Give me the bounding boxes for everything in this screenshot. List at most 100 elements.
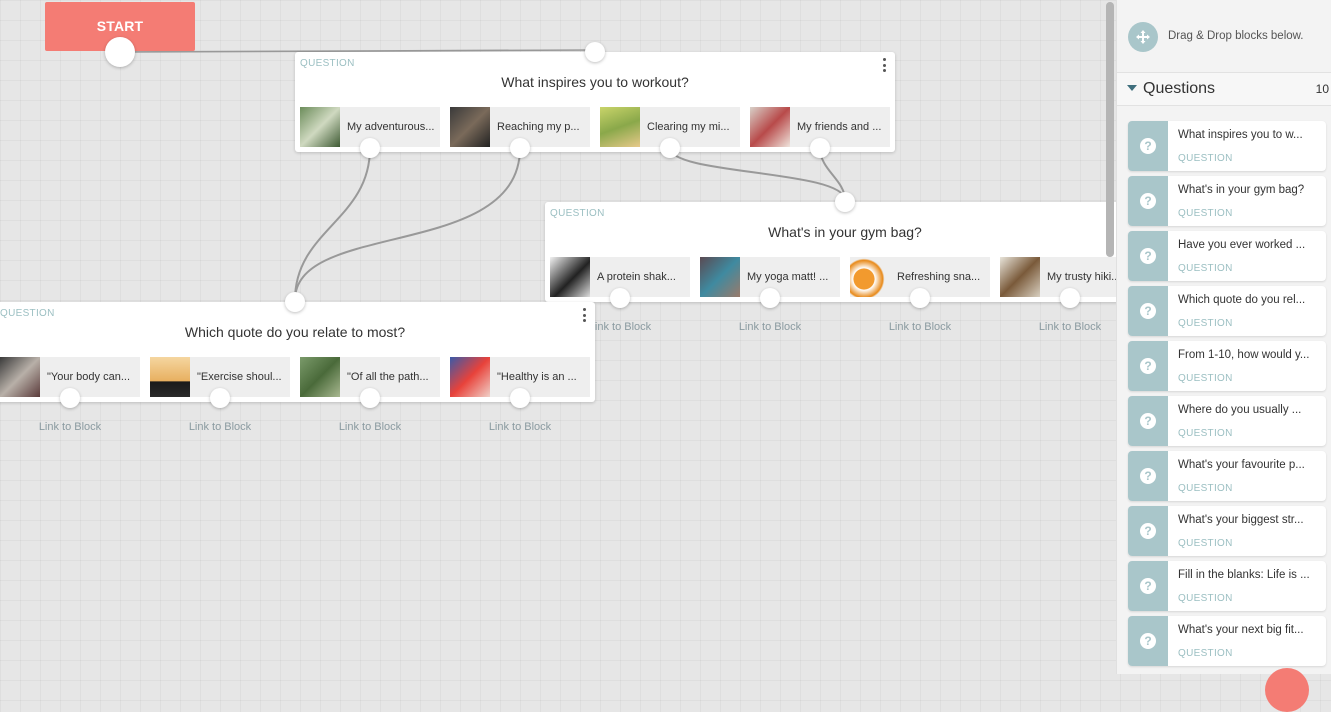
section-count: 10 [1315, 82, 1329, 96]
output-connector[interactable] [210, 388, 230, 408]
block-title: Which quote do you relate to most? [184, 324, 406, 340]
questions-section-header[interactable]: Questions 10 [1117, 72, 1331, 106]
question-type-icon: ? [1128, 176, 1168, 226]
answer-thumbnail [550, 257, 590, 297]
canvas-scrollbar[interactable] [1106, 2, 1114, 257]
output-connector[interactable] [1060, 288, 1080, 308]
question-card[interactable]: ? What's your favourite p... QUESTION [1128, 451, 1326, 501]
block-library-sidebar: Drag & Drop blocks below. Questions 10 ?… [1116, 0, 1331, 674]
floating-action-button[interactable] [1265, 668, 1309, 712]
question-type-icon: ? [1128, 231, 1168, 281]
question-type-icon: ? [1128, 561, 1168, 611]
link-to-block-label[interactable]: Link to Block [450, 421, 590, 433]
question-card-subtitle: QUESTION [1178, 318, 1233, 329]
link-to-block-label[interactable]: Link to Block [300, 421, 440, 433]
input-connector[interactable] [285, 292, 305, 312]
answer-text: My adventurous... [347, 121, 435, 133]
drag-drop-hint: Drag & Drop blocks below. [1168, 30, 1304, 42]
question-card[interactable]: ? What's your biggest str... QUESTION [1128, 506, 1326, 556]
answer-text: A protein shak... [597, 271, 676, 283]
question-type-icon: ? [1128, 286, 1168, 336]
link-to-block-label[interactable]: Link to Block [850, 321, 990, 333]
link-to-block-label[interactable]: Link to Block [150, 421, 290, 433]
answer-text: Clearing my mi... [647, 121, 730, 133]
answer-thumbnail [1000, 257, 1040, 297]
question-type-icon: ? [1128, 616, 1168, 666]
section-title: Questions [1143, 80, 1216, 97]
question-type-icon: ? [1128, 451, 1168, 501]
answer-thumbnail [300, 357, 340, 397]
block-type-label: QUESTION [550, 208, 605, 219]
output-connector[interactable] [610, 288, 630, 308]
question-card-title: Which quote do you rel... [1178, 294, 1306, 306]
answer-text: "Of all the path... [347, 371, 429, 383]
question-card-title: Where do you usually ... [1178, 404, 1302, 416]
link-to-block-label[interactable]: Link to Block [700, 321, 840, 333]
block-title: What's in your gym bag? [768, 224, 922, 240]
question-type-icon: ? [1128, 506, 1168, 556]
wire-a1 [294, 147, 371, 301]
question-card-subtitle: QUESTION [1178, 648, 1233, 659]
block-type-label: QUESTION [300, 58, 355, 69]
link-to-block-label[interactable]: Link to Block [1000, 321, 1116, 333]
answer-option[interactable]: My trusty hiki... [1000, 257, 1116, 297]
question-card-title: What's in your gym bag? [1178, 184, 1305, 196]
question-card[interactable]: ? Fill in the blanks: Life is ... QUESTION [1128, 561, 1326, 611]
question-type-icon: ? [1128, 121, 1168, 171]
answer-thumbnail [450, 357, 490, 397]
question-card-subtitle: QUESTION [1178, 373, 1233, 384]
output-connector[interactable] [510, 388, 530, 408]
caret-down-icon[interactable] [1127, 85, 1137, 91]
output-connector[interactable] [510, 138, 530, 158]
question-card[interactable]: ? What inspires you to w... QUESTION [1128, 121, 1326, 171]
question-block-gym-bag[interactable]: QUESTION What's in your gym bag? A prote… [545, 202, 1116, 302]
question-card[interactable]: ? Where do you usually ... QUESTION [1128, 396, 1326, 446]
question-card-title: What inspires you to w... [1178, 129, 1303, 141]
answer-thumbnail [600, 107, 640, 147]
output-connector[interactable] [360, 138, 380, 158]
question-card[interactable]: ? Have you ever worked ... QUESTION [1128, 231, 1326, 281]
answer-text: My trusty hiki... [1047, 271, 1116, 283]
question-type-icon: ? [1128, 341, 1168, 391]
sidebar-header: Drag & Drop blocks below. [1117, 0, 1331, 72]
more-options-icon[interactable] [879, 57, 889, 73]
output-connector[interactable] [360, 388, 380, 408]
question-card[interactable]: ? From 1-10, how would y... QUESTION [1128, 341, 1326, 391]
question-card[interactable]: ? What's your next big fit... QUESTION [1128, 616, 1326, 666]
more-options-icon[interactable] [579, 307, 589, 323]
question-card-title: Fill in the blanks: Life is ... [1178, 569, 1310, 581]
answer-text: My friends and ... [797, 121, 882, 133]
question-card-title: What's your biggest str... [1178, 514, 1304, 526]
question-block-quote[interactable]: QUESTION Which quote do you relate to mo… [0, 302, 595, 402]
output-connector[interactable] [660, 138, 680, 158]
input-connector[interactable] [585, 42, 605, 62]
answer-thumbnail [850, 257, 890, 297]
answer-thumbnail [0, 357, 40, 397]
question-card-subtitle: QUESTION [1178, 593, 1233, 604]
answer-text: My yoga matt! ... [747, 271, 829, 283]
output-connector[interactable] [760, 288, 780, 308]
question-block-workout[interactable]: QUESTION What inspires you to workout? M… [295, 52, 895, 152]
output-connector[interactable] [60, 388, 80, 408]
question-card[interactable]: ? What's in your gym bag? QUESTION [1128, 176, 1326, 226]
flow-canvas[interactable]: START QUESTION What inspires you to work… [0, 0, 1116, 674]
question-card-subtitle: QUESTION [1178, 153, 1233, 164]
answer-thumbnail [300, 107, 340, 147]
link-to-block-label[interactable]: Link to Block [0, 421, 140, 433]
answer-text: Reaching my p... [497, 121, 580, 133]
input-connector[interactable] [835, 192, 855, 212]
answer-thumbnail [150, 357, 190, 397]
drag-move-icon [1128, 22, 1158, 52]
question-card-subtitle: QUESTION [1178, 208, 1233, 219]
answer-text: "Exercise shoul... [197, 371, 282, 383]
question-card[interactable]: ? Which quote do you rel... QUESTION [1128, 286, 1326, 336]
output-connector[interactable] [910, 288, 930, 308]
output-connector[interactable] [810, 138, 830, 158]
answer-thumbnail [700, 257, 740, 297]
block-type-label: QUESTION [0, 308, 55, 319]
question-card-subtitle: QUESTION [1178, 538, 1233, 549]
wire-a2 [294, 147, 521, 301]
start-connector[interactable] [105, 37, 135, 67]
question-card-subtitle: QUESTION [1178, 428, 1233, 439]
question-card-title: What's your favourite p... [1178, 459, 1305, 471]
